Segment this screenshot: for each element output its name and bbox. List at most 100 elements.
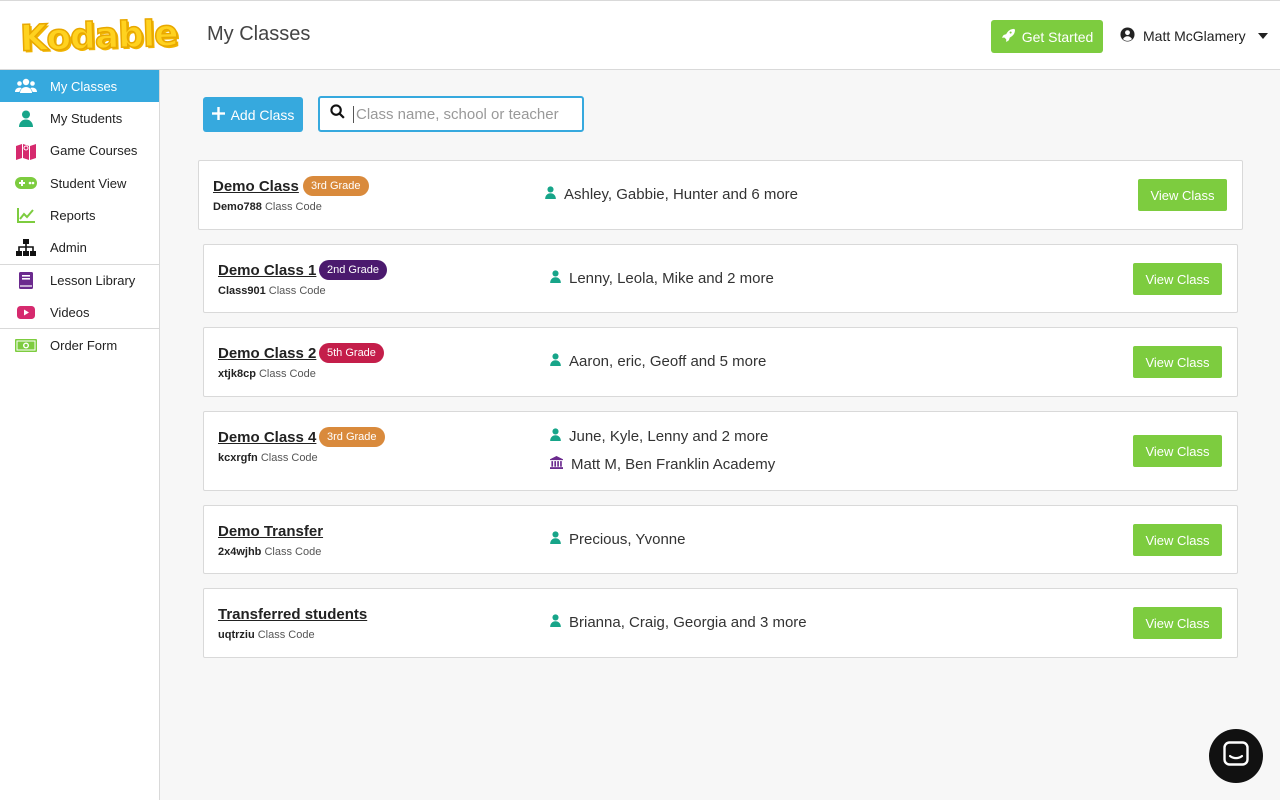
search-icon <box>330 104 345 124</box>
class-name-link[interactable]: Transferred students <box>218 606 367 623</box>
class-code: Class901 Class Code <box>218 285 326 297</box>
view-class-button[interactable]: View Class <box>1133 435 1222 467</box>
sidebar-item-label: Game Courses <box>50 143 138 159</box>
class-code-label: Class Code <box>257 629 315 641</box>
plus-icon <box>211 106 225 123</box>
users-icon <box>15 77 37 95</box>
class-code-label: Class Code <box>264 546 322 558</box>
student-roster: Brianna, Craig, Georgia and 3 more <box>550 614 807 631</box>
user-icon <box>15 109 37 127</box>
sidebar-item-label: Videos <box>50 304 90 320</box>
chart-line-icon <box>15 206 37 224</box>
student-roster: Lenny, Leola, Mike and 2 more <box>550 270 774 287</box>
book-icon <box>15 271 37 289</box>
chat-icon <box>1223 740 1249 772</box>
sidebar-item-label: Admin <box>50 240 87 256</box>
class-name-link[interactable]: Demo Class 4 <box>218 429 316 446</box>
sidebar-item-label: Reports <box>50 207 96 223</box>
student-names: Brianna, Craig, Georgia and 3 more <box>569 614 807 631</box>
user-icon <box>550 428 561 445</box>
class-name-link[interactable]: Demo Transfer <box>218 523 323 540</box>
class-name-link[interactable]: Demo Class 1 <box>218 262 316 279</box>
class-code: uqtrziu Class Code <box>218 629 315 641</box>
sidebar-item-label: My Students <box>50 110 123 126</box>
user-circle-icon <box>1120 27 1135 45</box>
class-code-label: Class Code <box>264 201 322 213</box>
user-icon <box>550 614 561 631</box>
class-code-value: Demo788 <box>213 201 262 213</box>
sidebar: My Classes My Students Game Courses Stud… <box>0 70 160 800</box>
sidebar-item-game-courses[interactable]: Game Courses <box>0 135 159 167</box>
sidebar-item-videos[interactable]: Videos <box>0 296 159 328</box>
class-code-label: Class Code <box>268 285 326 297</box>
sidebar-item-admin[interactable]: Admin <box>0 231 159 263</box>
sidebar-item-student-view[interactable]: Student View <box>0 167 159 199</box>
sidebar-item-label: Lesson Library <box>50 272 136 288</box>
grade-badge: 2nd Grade <box>319 260 387 280</box>
user-icon <box>550 353 561 370</box>
get-started-button[interactable]: Get Started <box>991 20 1103 53</box>
school-name: Matt M, Ben Franklin Academy <box>571 456 776 473</box>
view-class-button[interactable]: View Class <box>1133 524 1222 556</box>
view-class-button[interactable]: View Class <box>1133 607 1222 639</box>
class-code-label: Class Code <box>260 452 318 464</box>
page-title: My Classes <box>207 23 311 45</box>
search-box[interactable] <box>318 96 584 132</box>
sidebar-item-label: My Classes <box>50 78 118 94</box>
map-icon <box>15 142 37 160</box>
class-name-link[interactable]: Demo Class 2 <box>218 345 316 362</box>
get-started-label: Get Started <box>1021 28 1094 45</box>
view-class-button[interactable]: View Class <box>1133 263 1222 295</box>
sidebar-item-my-students[interactable]: My Students <box>0 102 159 134</box>
chat-launcher-button[interactable] <box>1209 729 1263 783</box>
class-card: Demo Class 2 5th Grade xtjk8cp Class Cod… <box>203 327 1238 397</box>
rocket-icon <box>1001 28 1015 45</box>
view-class-button[interactable]: View Class <box>1138 179 1227 211</box>
sidebar-item-reports[interactable]: Reports <box>0 199 159 231</box>
class-code-value: Class901 <box>218 285 266 297</box>
class-name-link[interactable]: Demo Class <box>213 178 299 195</box>
chevron-down-icon <box>1257 33 1268 39</box>
class-code-value: 2x4wjhb <box>218 546 262 558</box>
sidebar-item-lesson-library[interactable]: Lesson Library <box>0 263 159 296</box>
class-code: Demo788 Class Code <box>213 201 322 213</box>
class-card: Demo Transfer 2x4wjhb Class Code Preciou… <box>203 505 1238 574</box>
sidebar-item-label: Student View <box>50 175 127 191</box>
search-input[interactable] <box>353 105 573 123</box>
class-code-value: xtjk8cp <box>218 368 256 380</box>
user-icon <box>550 531 561 548</box>
class-code: kcxrgfn Class Code <box>218 452 318 464</box>
student-names: Ashley, Gabbie, Hunter and 6 more <box>564 186 799 203</box>
class-card: Demo Class 3rd Grade Demo788 Class Code … <box>198 160 1243 230</box>
sidebar-item-my-classes[interactable]: My Classes <box>0 70 159 103</box>
user-icon <box>550 270 561 287</box>
top-header: Kodable My Classes Get Started Matt McGl… <box>0 0 1280 70</box>
student-names: Aaron, eric, Geoff and 5 more <box>569 353 767 370</box>
class-code-value: uqtrziu <box>218 629 255 641</box>
kodable-logo[interactable]: Kodable <box>19 11 179 61</box>
user-menu[interactable]: Matt McGlamery <box>1120 27 1268 45</box>
add-class-label: Add Class <box>230 106 295 123</box>
view-class-button[interactable]: View Class <box>1133 346 1222 378</box>
student-roster: Aaron, eric, Geoff and 5 more <box>550 353 766 370</box>
class-code: 2x4wjhb Class Code <box>218 546 321 558</box>
student-roster: June, Kyle, Lenny and 2 more <box>550 428 768 445</box>
class-code-label: Class Code <box>258 368 316 380</box>
user-icon <box>545 186 556 203</box>
class-card: Demo Class 4 3rd Grade kcxrgfn Class Cod… <box>203 411 1238 491</box>
grade-badge: 5th Grade <box>319 343 384 363</box>
student-roster: Ashley, Gabbie, Hunter and 6 more <box>545 186 798 203</box>
class-code: xtjk8cp Class Code <box>218 368 316 380</box>
student-names: Precious, Yvonne <box>569 531 686 548</box>
youtube-icon <box>15 303 37 321</box>
class-card: Demo Class 1 2nd Grade Class901 Class Co… <box>203 244 1238 313</box>
user-name: Matt McGlamery <box>1143 28 1246 44</box>
add-class-button[interactable]: Add Class <box>203 97 303 132</box>
sidebar-item-order-form[interactable]: Order Form <box>0 328 159 360</box>
student-names: June, Kyle, Lenny and 2 more <box>569 428 769 445</box>
grade-badge: 3rd Grade <box>303 176 369 196</box>
class-card: Transferred students uqtrziu Class Code … <box>203 588 1238 658</box>
money-icon <box>15 336 37 354</box>
student-roster: Precious, Yvonne <box>550 531 685 548</box>
class-code-value: kcxrgfn <box>218 452 258 464</box>
